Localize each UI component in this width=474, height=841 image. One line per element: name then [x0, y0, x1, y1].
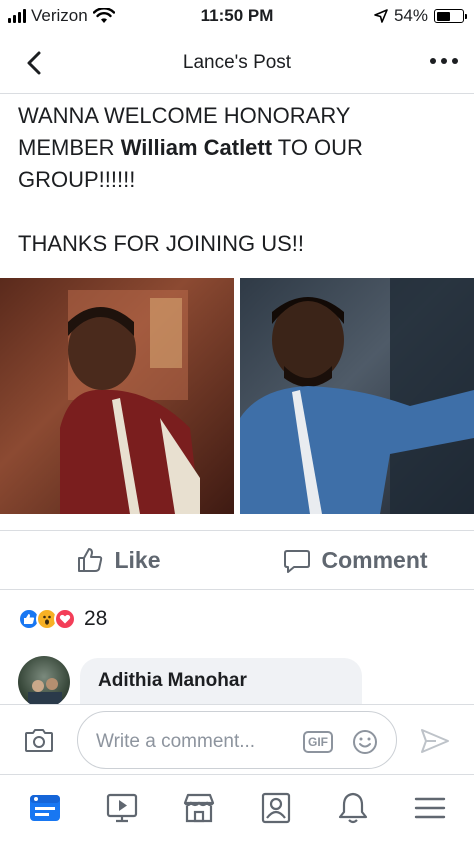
- carrier-name: Verizon: [31, 6, 88, 25]
- comment-bubble: Adithia Manohar: [80, 658, 362, 704]
- more-dots-icon[interactable]: [430, 58, 458, 64]
- thumbs-up-icon: [78, 548, 103, 572]
- comment-placeholder: Write a comment...: [96, 731, 256, 752]
- watch-tab[interactable]: [100, 786, 144, 830]
- battery-icon: [434, 9, 467, 23]
- page-title: Lance's Post: [182, 52, 292, 73]
- hamburger-menu-icon: [414, 797, 445, 819]
- camera-icon[interactable]: [24, 727, 54, 753]
- post-line: WANNA WELCOME HONORARY: [18, 103, 351, 128]
- reactions-summary[interactable]: 28: [18, 607, 107, 631]
- post-photo-1[interactable]: [0, 278, 234, 514]
- sticker-smile-icon[interactable]: [351, 728, 379, 756]
- marketplace-tab[interactable]: [177, 786, 221, 830]
- profile-icon: [261, 792, 290, 824]
- notifications-tab[interactable]: [331, 786, 375, 830]
- post-line: MEMBER William Catlett TO OUR: [18, 135, 363, 160]
- like-label: Like: [114, 546, 161, 573]
- location-arrow-icon: [374, 9, 388, 23]
- comment-author[interactable]: Adithia Manohar: [98, 670, 344, 692]
- wifi-icon: [92, 8, 115, 23]
- comment-composer: Write a comment... GIF: [0, 704, 474, 774]
- bell-icon: [338, 792, 367, 824]
- nav-bar: Lance's Post: [0, 34, 474, 94]
- tab-bar: [0, 774, 474, 841]
- battery-level: [436, 11, 450, 21]
- watch-video-icon: [106, 793, 137, 823]
- send-icon[interactable]: [420, 727, 450, 755]
- carrier-group: Verizon: [8, 6, 115, 26]
- profile-tab[interactable]: [254, 786, 298, 830]
- post-body: WANNA WELCOME HONORARY MEMBER William Ca…: [18, 100, 458, 260]
- reaction-count: 28: [84, 607, 108, 630]
- love-reaction-icon: [54, 608, 76, 630]
- avatar[interactable]: [18, 656, 70, 704]
- like-button[interactable]: Like: [0, 531, 237, 589]
- post-photos: [0, 278, 474, 514]
- news-feed-tab[interactable]: [23, 786, 67, 830]
- mentioned-name[interactable]: William Catlett: [121, 135, 272, 160]
- marketplace-store-icon: [183, 793, 214, 823]
- status-bar: Verizon 11:50 PM 54%: [0, 0, 474, 34]
- post-actions: Like Comment: [0, 530, 474, 590]
- signal-icon: [8, 9, 26, 23]
- post-photo-2[interactable]: [240, 278, 474, 514]
- post-line: GROUP!!!!!!: [18, 167, 136, 192]
- comment-item: Adithia Manohar: [18, 656, 474, 704]
- post-line: THANKS FOR JOINING US!!: [18, 231, 305, 256]
- comment-input[interactable]: Write a comment... GIF: [77, 711, 397, 769]
- battery-percent: 54%: [393, 6, 428, 25]
- gif-icon[interactable]: GIF: [303, 731, 333, 753]
- comment-label: Comment: [321, 546, 428, 573]
- menu-tab[interactable]: [408, 786, 452, 830]
- comment-bubble-icon: [284, 550, 311, 573]
- news-feed-icon: [29, 795, 60, 821]
- battery-group: 54%: [374, 6, 467, 26]
- comment-button[interactable]: Comment: [237, 531, 474, 589]
